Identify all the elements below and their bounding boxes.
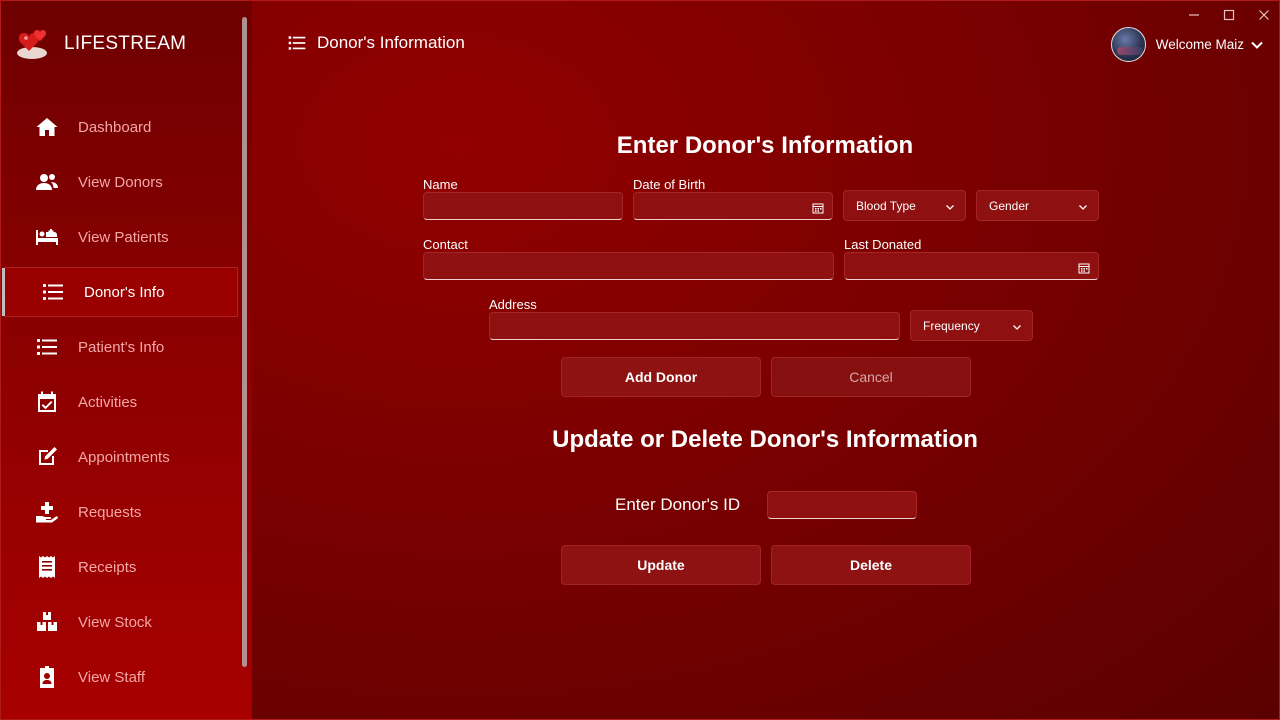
users-icon <box>35 170 59 194</box>
close-button[interactable] <box>1246 1 1279 29</box>
sidebar-item-requests[interactable]: Requests <box>1 487 237 537</box>
last-donated-field[interactable] <box>844 252 1099 280</box>
sidebar-item-donors-info[interactable]: Donor's Info <box>2 267 238 317</box>
maximize-icon <box>1223 9 1234 21</box>
name-label: Name <box>423 177 458 192</box>
boxes-icon <box>35 610 59 634</box>
avatar <box>1110 27 1146 62</box>
receipt-icon <box>35 555 59 579</box>
contact-field[interactable] <box>423 252 834 280</box>
gender-select[interactable]: Gender <box>976 190 1099 221</box>
donor-id-field[interactable] <box>767 491 917 519</box>
close-icon <box>1258 10 1269 20</box>
chevron-down-icon <box>946 205 954 210</box>
minimize-button[interactable] <box>1176 1 1211 29</box>
sidebar-item-dashboard[interactable]: Dashboard <box>1 102 237 152</box>
hand-plus-icon <box>35 500 59 524</box>
sidebar-item-label: Appointments <box>78 448 170 466</box>
address-label: Address <box>489 297 537 312</box>
sidebar-item-view-patients[interactable]: View Patients <box>1 212 237 262</box>
minimize-icon <box>1188 14 1199 16</box>
sidebar-item-label: Receipts <box>78 558 137 576</box>
update-button[interactable]: Update <box>561 545 761 585</box>
lifestream-logo-icon <box>17 30 47 59</box>
main-content: Donor's Information Welcome Maiz Enter D… <box>252 1 1279 719</box>
sidebar-item-label: View Donors <box>78 173 163 191</box>
donor-id-label: Enter Donor's ID <box>615 495 741 514</box>
sidebar-item-label: View Staff <box>78 668 145 686</box>
app-window: LIFESTREAM Dashboard View Donors View Pa… <box>0 0 1280 720</box>
dob-field[interactable] <box>633 192 833 220</box>
frequency-value: Frequency <box>923 318 980 333</box>
page-header: Donor's Information <box>287 33 465 53</box>
update-heading: Update or Delete Donor's Information <box>552 426 978 453</box>
brand: LIFESTREAM <box>15 27 186 61</box>
id-badge-icon <box>35 665 59 689</box>
calendar-check-icon <box>35 390 59 414</box>
bed-icon <box>35 225 59 249</box>
user-menu[interactable]: Welcome Maiz <box>1110 27 1264 62</box>
chevron-down-icon <box>1013 325 1021 330</box>
sidebar-item-activities[interactable]: Activities <box>1 377 237 427</box>
list-icon <box>41 280 65 304</box>
contact-label: Contact <box>423 237 468 252</box>
calendar-icon[interactable] <box>812 202 824 214</box>
chevron-down-icon <box>1251 41 1263 49</box>
add-donor-button[interactable]: Add Donor <box>561 357 761 397</box>
chevron-down-icon <box>1079 205 1087 210</box>
sidebar-item-view-stock[interactable]: View Stock <box>1 597 237 647</box>
sidebar-item-view-staff[interactable]: View Staff <box>1 652 237 702</box>
edit-icon <box>35 445 59 469</box>
sidebar-item-label: View Patients <box>78 228 169 246</box>
calendar-icon[interactable] <box>1078 262 1090 274</box>
blood-type-select[interactable]: Blood Type <box>843 190 966 221</box>
delete-button[interactable]: Delete <box>771 545 971 585</box>
name-field[interactable] <box>423 192 623 220</box>
sidebar-item-label: Requests <box>78 503 142 521</box>
sidebar-item-label: Donor's Info <box>84 283 165 301</box>
sidebar-item-appointments[interactable]: Appointments <box>1 432 237 482</box>
sidebar-item-receipts[interactable]: Receipts <box>1 542 237 592</box>
app-name: LIFESTREAM <box>64 33 187 54</box>
frequency-select[interactable]: Frequency <box>910 310 1033 341</box>
sidebar-item-label: View Stock <box>78 613 152 631</box>
list-icon <box>35 335 59 359</box>
page-title: Donor's Information <box>317 33 465 52</box>
sidebar-item-label: Activities <box>78 393 138 411</box>
gender-value: Gender <box>989 198 1030 213</box>
sidebar: LIFESTREAM Dashboard View Donors View Pa… <box>1 1 252 719</box>
address-field[interactable] <box>489 312 900 340</box>
form-heading: Enter Donor's Information <box>616 132 914 159</box>
dob-label: Date of Birth <box>633 177 706 192</box>
last-donated-label: Last Donated <box>844 237 922 252</box>
blood-type-value: Blood Type <box>856 198 916 213</box>
maximize-button[interactable] <box>1211 1 1246 29</box>
sidebar-scrollbar[interactable] <box>242 17 247 667</box>
sidebar-item-label: Dashboard <box>78 118 152 136</box>
welcome-text: Welcome Maiz <box>1155 37 1244 52</box>
sidebar-item-label: Patient's Info <box>78 338 165 356</box>
cancel-button[interactable]: Cancel <box>771 357 971 397</box>
sidebar-item-patients-info[interactable]: Patient's Info <box>1 322 237 372</box>
list-icon <box>288 36 306 50</box>
sidebar-item-view-donors[interactable]: View Donors <box>1 157 237 207</box>
home-icon <box>35 115 59 139</box>
window-controls <box>1176 1 1279 29</box>
